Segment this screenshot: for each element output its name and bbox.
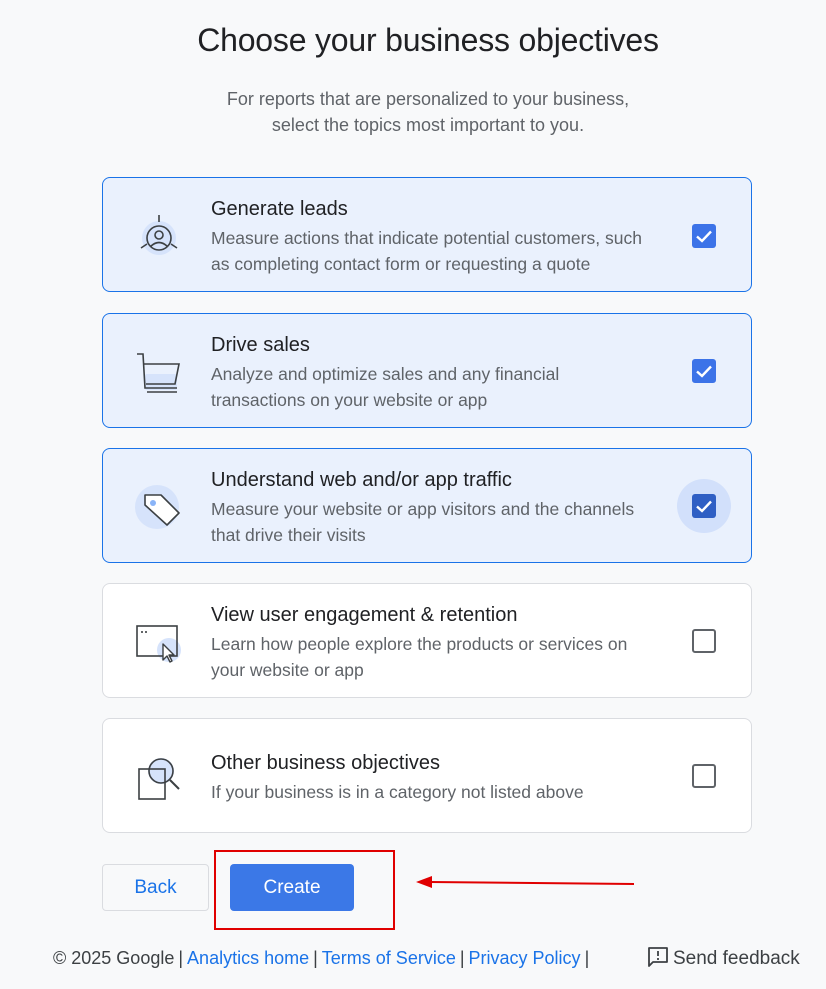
- lead-target-icon: [131, 208, 187, 264]
- objective-title: Generate leads: [211, 198, 348, 220]
- terms-of-service-link[interactable]: Terms of Service: [322, 948, 456, 968]
- objective-title: Drive sales: [211, 334, 310, 356]
- analytics-home-link[interactable]: Analytics home: [187, 948, 309, 968]
- objective-description: Analyze and optimize sales and any finan…: [211, 364, 560, 410]
- objective-card-web-app-traffic[interactable]: Understand web and/or app traffic Measur…: [102, 448, 752, 563]
- checkbox-generate-leads[interactable]: [692, 224, 716, 248]
- objective-description: Measure your website or app visitors and…: [211, 499, 635, 545]
- annotation-arrow-icon: [416, 876, 635, 888]
- objective-card-drive-sales[interactable]: Drive sales Analyze and optimize sales a…: [102, 313, 752, 428]
- checkbox-user-engagement[interactable]: [692, 629, 716, 653]
- page-subtitle: For reports that are personalized to you…: [226, 89, 630, 135]
- objective-description: If your business is in a category not li…: [211, 782, 584, 802]
- magnifier-icon: [131, 749, 187, 805]
- objective-title: Other business objectives: [211, 752, 441, 774]
- back-button[interactable]: Back: [102, 864, 209, 911]
- objective-title: View user engagement & retention: [211, 604, 518, 626]
- objective-description: Learn how people explore the products or…: [211, 634, 628, 680]
- checkbox-other[interactable]: [692, 764, 716, 788]
- objective-description: Measure actions that indicate potential …: [211, 228, 642, 274]
- copyright-text: © 2025 Google: [53, 948, 175, 968]
- objective-card-generate-leads[interactable]: Generate leads Measure actions that indi…: [102, 177, 752, 292]
- privacy-policy-link[interactable]: Privacy Policy: [469, 948, 581, 968]
- shopping-cart-icon: [131, 344, 187, 400]
- objective-card-other[interactable]: Other business objectives If your busine…: [102, 718, 752, 833]
- objective-card-user-engagement[interactable]: View user engagement & retention Learn h…: [102, 583, 752, 698]
- feedback-icon: [648, 947, 668, 967]
- checkbox-web-app-traffic[interactable]: [692, 494, 716, 518]
- annotation-highlight-box: [214, 850, 395, 930]
- browser-cursor-icon: [131, 614, 187, 670]
- page-title: Choose your business objectives: [197, 22, 659, 58]
- objective-title: Understand web and/or app traffic: [211, 469, 512, 491]
- checkbox-drive-sales[interactable]: [692, 359, 716, 383]
- footer: © 2025 Google | Analytics home | Terms of Se…: [53, 948, 590, 968]
- send-feedback-button[interactable]: Send feedback: [647, 945, 800, 973]
- tag-icon: [131, 479, 187, 535]
